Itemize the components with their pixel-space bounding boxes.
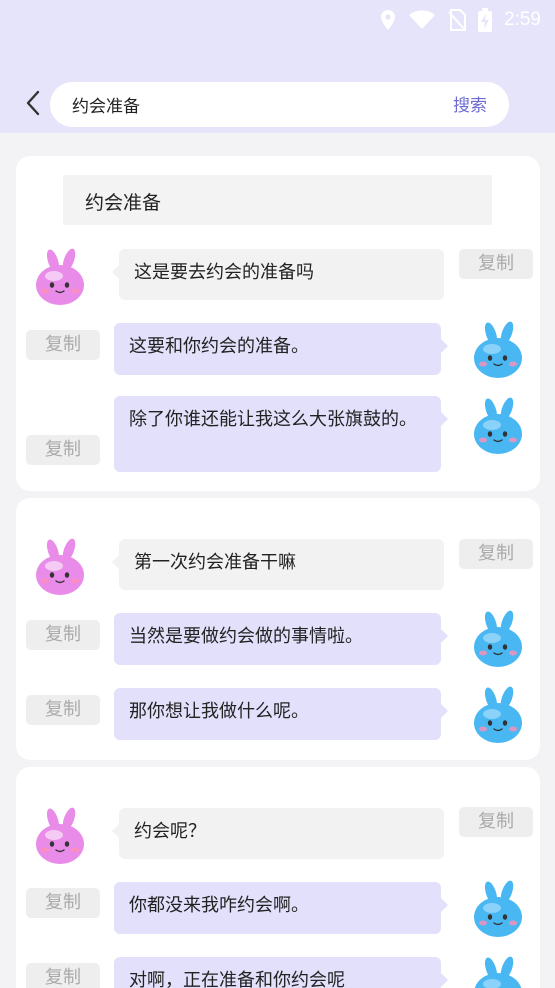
card-title: 约会准备 <box>63 175 492 225</box>
user-message: 对啊，正在准备和你约会呢 <box>114 957 448 988</box>
copy-button[interactable]: 复制 <box>26 330 100 360</box>
location-icon <box>380 9 396 31</box>
search-box: 约会准备 搜索 <box>50 82 509 127</box>
chevron-left-icon <box>25 90 41 120</box>
search-button[interactable]: 搜索 <box>453 91 487 116</box>
chat-card: 第一次约会准备干嘛 复制 复制 当然是要做约会做的事情啦。 复制 那你想让我做什… <box>16 498 540 760</box>
user-message: 除了你谁还能让我这么大张旗鼓的。 <box>114 396 448 472</box>
bot-message: 第一次约会准备干嘛 <box>112 539 444 590</box>
no-sim-icon <box>448 9 467 31</box>
chat-card: 约会准备 这是要去约会的准备吗 复制 复制 这要和你约会的准备。 复制 除了你谁… <box>16 156 540 491</box>
user-message: 你都没来我咋约会啊。 <box>114 882 448 934</box>
app-header: 2:59 约会准备 搜索 <box>0 0 555 133</box>
copy-button[interactable]: 复制 <box>26 695 100 725</box>
user-avatar <box>470 320 526 380</box>
user-avatar <box>470 609 526 669</box>
status-bar: 2:59 <box>380 6 541 34</box>
chat-card: 约会呢？ 复制 复制 你都没来我咋约会啊。 复制 对啊，正在准备和你约会呢 <box>16 767 540 988</box>
copy-button[interactable]: 复制 <box>26 435 100 465</box>
copy-button[interactable]: 复制 <box>26 888 100 918</box>
user-avatar <box>470 396 526 456</box>
user-avatar <box>470 685 526 745</box>
user-avatar <box>470 879 526 939</box>
bot-avatar <box>32 247 88 307</box>
bot-message: 约会呢？ <box>112 808 444 859</box>
bot-avatar <box>32 806 88 866</box>
user-avatar <box>470 955 526 988</box>
bot-message: 这是要去约会的准备吗 <box>112 249 444 300</box>
copy-button[interactable]: 复制 <box>459 807 533 837</box>
wifi-icon <box>408 10 436 30</box>
copy-button[interactable]: 复制 <box>26 620 100 650</box>
user-message: 当然是要做约会做的事情啦。 <box>114 613 448 665</box>
battery-charging-icon <box>478 8 493 32</box>
status-time: 2:59 <box>504 9 541 30</box>
copy-button[interactable]: 复制 <box>459 249 533 279</box>
search-input[interactable]: 约会准备 <box>72 92 140 117</box>
user-message: 那你想让我做什么呢。 <box>114 688 448 740</box>
back-button[interactable] <box>18 90 48 120</box>
user-message: 这要和你约会的准备。 <box>114 323 448 375</box>
copy-button[interactable]: 复制 <box>26 963 100 988</box>
copy-button[interactable]: 复制 <box>459 539 533 569</box>
bot-avatar <box>32 537 88 597</box>
